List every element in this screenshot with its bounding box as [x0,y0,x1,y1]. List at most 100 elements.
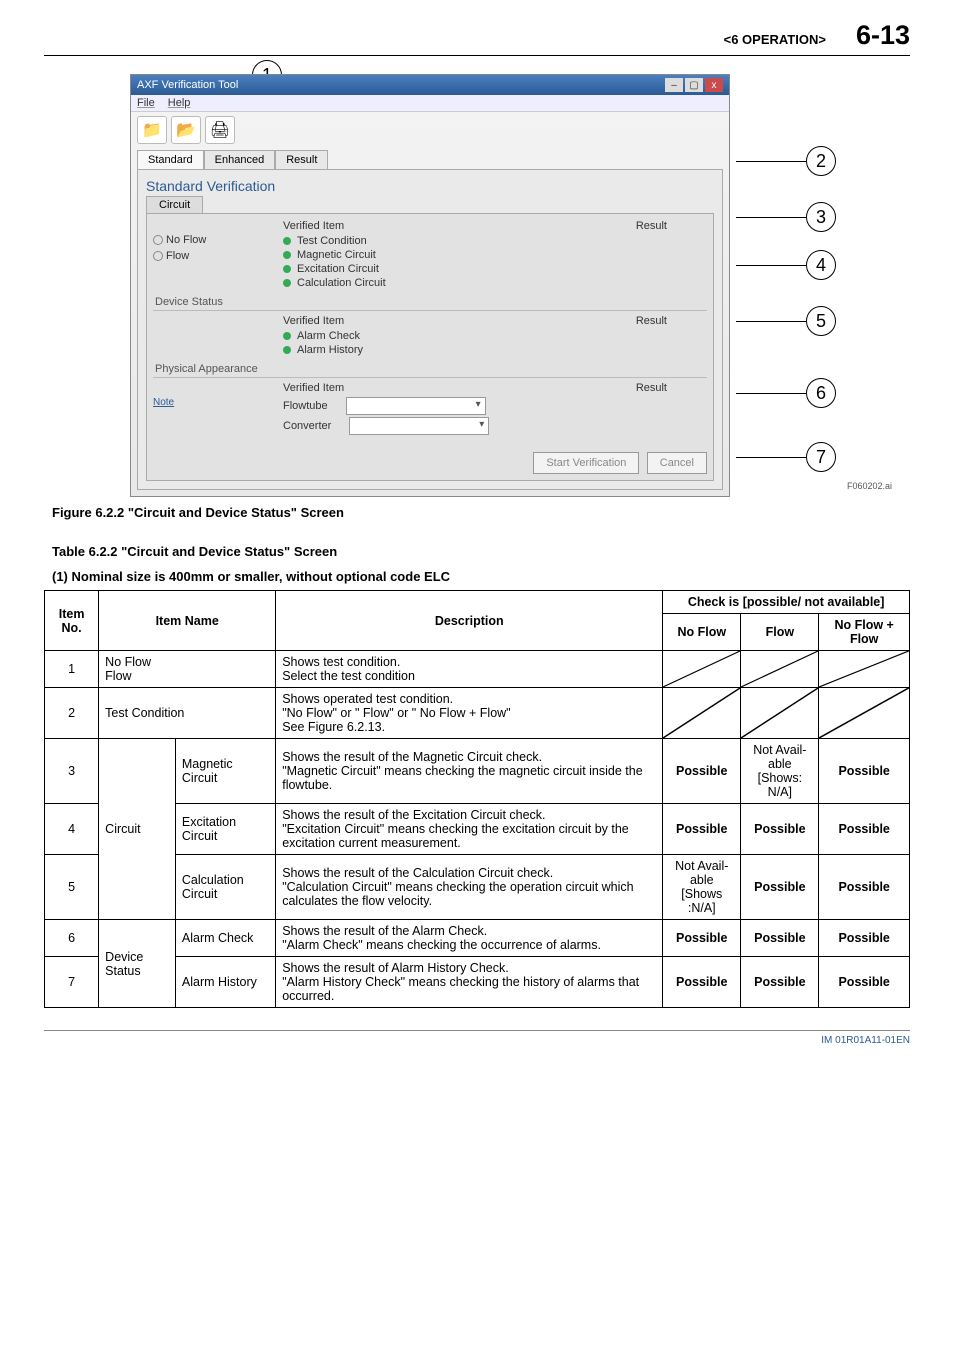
tab-standard[interactable]: Standard [137,150,204,169]
table-cell [741,688,819,739]
item-alarm-history: Alarm History [297,344,363,356]
status-dot [283,265,291,273]
table-cell: Possible [819,739,910,804]
table-cell: Circuit [99,739,176,920]
th-flow: Flow [741,614,819,651]
start-verification-button[interactable]: Start Verification [533,452,639,474]
table-cell: Shows the result of the Magnetic Circuit… [276,739,663,804]
table-cell: Possible [663,739,741,804]
table-cell: 7 [45,957,99,1008]
th-noflow: No Flow [663,614,741,651]
page-number: 6-13 [856,20,910,51]
table-cell: Possible [819,855,910,920]
table-cell: Device Status [99,920,176,1008]
status-dot [283,237,291,245]
titlebar: AXF Verification Tool – ▢ x [131,75,729,95]
folder-icon-1[interactable]: 📁 [137,116,167,144]
table-row: 1No Flow FlowShows test condition. Selec… [45,651,910,688]
flowtube-combo[interactable] [346,397,486,415]
table-cell: Possible [819,957,910,1008]
section-label: <6 OPERATION> [724,32,826,47]
radio-noflow[interactable] [153,235,163,245]
menu-help[interactable]: Help [168,97,191,109]
table-cell: Possible [663,957,741,1008]
th-description: Description [276,591,663,651]
th-checkspan: Check is [possible/ not available] [663,591,910,614]
table-cell: Shows the result of Alarm History Check.… [276,957,663,1008]
table-cell: Shows operated test condition. "No Flow"… [276,688,663,739]
item-excitation: Excitation Circuit [297,263,379,275]
status-dot [283,332,291,340]
th-itemno: Item No. [45,591,99,651]
table-cell: Not Avail-able[Shows: N/A] [741,739,819,804]
table-cell: Possible [741,855,819,920]
data-table: Item No. Item Name Description Check is … [44,590,910,1008]
status-dot [283,251,291,259]
table-cell: Excitation Circuit [175,804,275,855]
converter-combo[interactable] [349,417,489,435]
th-itemname: Item Name [99,591,276,651]
table-caption: Table 6.2.2 "Circuit and Device Status" … [52,544,910,559]
table-cell [819,651,910,688]
callout-5: 5 [806,306,836,336]
panel-heading: Standard Verification [146,178,714,194]
table-cell [819,688,910,739]
table-cell: Shows the result of the Alarm Check. "Al… [276,920,663,957]
col-verified-item: Verified Item [283,220,344,232]
table-cell: Possible [663,920,741,957]
table-subcaption: (1) Nominal size is 400mm or smaller, wi… [52,569,910,584]
table-cell: Possible [663,804,741,855]
radio-flow[interactable] [153,251,163,261]
table-cell: Magnetic Circuit [175,739,275,804]
table-cell [663,651,741,688]
table-cell: Possible [741,920,819,957]
table-cell: Test Condition [99,688,276,739]
table-cell: Shows test condition. Select the test co… [276,651,663,688]
table-cell: Possible [819,804,910,855]
subtab-circuit[interactable]: Circuit [146,196,203,214]
table-cell: Alarm History [175,957,275,1008]
minimize-icon[interactable]: – [665,78,683,92]
figure-file-id: F060202.ai [847,481,892,491]
table-row: 2Test ConditionShows operated test condi… [45,688,910,739]
figure-caption: Figure 6.2.2 "Circuit and Device Status"… [52,505,910,520]
callout-7: 7 [806,442,836,472]
table-cell: Calculation Circuit [175,855,275,920]
tab-enhanced[interactable]: Enhanced [204,150,276,169]
physical-appearance-label: Physical Appearance [155,363,707,375]
table-cell: 5 [45,855,99,920]
printer-icon[interactable]: 🖨 [205,116,235,144]
menubar: File Help [131,95,729,112]
cancel-button[interactable]: Cancel [647,452,707,474]
close-icon[interactable]: x [705,78,723,92]
tab-result[interactable]: Result [275,150,328,169]
th-both: No Flow + Flow [819,614,910,651]
table-cell: Possible [741,957,819,1008]
item-alarm-check: Alarm Check [297,330,360,342]
callout-6: 6 [806,378,836,408]
table-cell [663,688,741,739]
note-link[interactable]: Note [153,397,174,408]
menu-file[interactable]: File [137,97,155,109]
item-flowtube: Flowtube [283,400,328,412]
table-cell: Shows the result of the Calculation Circ… [276,855,663,920]
folder-icon-2[interactable]: 📂 [171,116,201,144]
flow-radio-group: No Flow Flow [153,234,243,290]
page-footer: IM 01R01A11-01EN [44,1030,910,1046]
table-cell: Not Avail-able[Shows :N/A] [663,855,741,920]
item-calculation: Calculation Circuit [297,277,386,289]
table-row: 3CircuitMagnetic CircuitShows the result… [45,739,910,804]
table-cell: Possible [741,804,819,855]
page-header: <6 OPERATION> 6-13 [44,20,910,56]
table-cell [741,651,819,688]
status-dot [283,279,291,287]
item-converter: Converter [283,420,331,432]
table-cell: 2 [45,688,99,739]
toolbar: 📁 📂 🖨 [131,112,729,148]
app-title: AXF Verification Tool [137,79,238,91]
main-tabs: Standard Enhanced Result [137,150,723,169]
maximize-icon[interactable]: ▢ [685,78,703,92]
device-status-label: Device Status [155,296,707,308]
table-cell: Shows the result of the Excitation Circu… [276,804,663,855]
callout-3: 3 [806,202,836,232]
